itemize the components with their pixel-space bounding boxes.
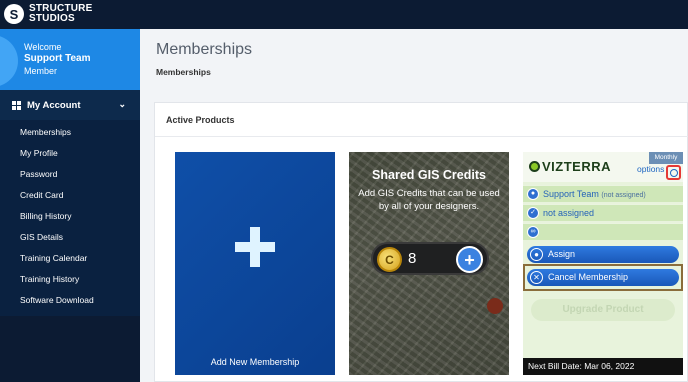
assignment-status-row: ✓ not assigned — [523, 204, 683, 221]
welcome-panel: Welcome Support Team Member — [0, 29, 140, 90]
logo-text: STRUCTURE STUDIOS — [29, 4, 92, 24]
billing-cycle-badge: Monthly — [649, 152, 683, 164]
gis-credit-count: 8 — [408, 250, 417, 267]
add-new-membership-card[interactable]: Add New Membership — [175, 152, 335, 375]
user-check-icon: ✓ — [527, 207, 539, 219]
options-settings-button[interactable] — [666, 165, 681, 180]
upgrade-product-button[interactable]: Upgrade Product — [531, 299, 675, 321]
chevron-down-icon: ⌄ — [118, 99, 126, 109]
welcome-text: Welcome Support Team Member — [24, 41, 90, 77]
structure-studios-logo[interactable]: S STRUCTURE STUDIOS — [4, 4, 92, 24]
link-row: ∞ — [523, 223, 683, 240]
logo-line-2: STUDIOS — [29, 13, 75, 24]
link-icon: ∞ — [527, 226, 539, 238]
grid-icon — [12, 100, 21, 110]
next-bill-date: Next Bill Date: Mar 06, 2022 — [523, 358, 683, 375]
add-membership-label: Add New Membership — [210, 357, 300, 367]
my-account-label: My Account — [27, 99, 81, 111]
gis-title: Shared GIS Credits — [372, 168, 486, 182]
logo-icon: S — [4, 4, 24, 24]
coin-icon: C — [377, 247, 402, 272]
user-role: Member — [24, 66, 58, 76]
plus-icon-bar — [235, 242, 275, 252]
options-link[interactable]: options — [637, 164, 664, 174]
account-nav-list: Memberships My Profile Password Credit C… — [0, 120, 140, 316]
cancel-membership-button[interactable]: ✕ Cancel Membership — [527, 269, 679, 286]
vizterra-leaf-icon — [529, 161, 540, 172]
owner-name: Support Team — [543, 189, 599, 199]
sidebar-footer — [0, 316, 140, 382]
assigned-user-row: ● Support Team (not assigned) — [523, 185, 683, 202]
user-icon: ● — [530, 248, 543, 261]
panel-title: Active Products — [166, 115, 235, 125]
sidebar-item-gis-details[interactable]: GIS Details — [20, 232, 63, 242]
owner-note: (not assigned) — [601, 192, 646, 199]
sidebar-item-training-calendar[interactable]: Training Calendar — [20, 253, 87, 263]
avatar — [0, 35, 18, 87]
divider — [155, 136, 688, 137]
sidebar-item-software-download[interactable]: Software Download — [20, 295, 94, 305]
sidebar-item-credit-card[interactable]: Credit Card — [20, 190, 63, 200]
sidebar: Welcome Support Team Member My Account ⌄… — [0, 29, 140, 382]
close-circle-icon: ✕ — [530, 271, 543, 284]
assign-label: Assign — [548, 249, 576, 259]
sidebar-item-password[interactable]: Password — [20, 169, 57, 179]
map-marker — [487, 298, 503, 314]
assign-button[interactable]: ● Assign — [527, 246, 679, 263]
user-icon: ● — [527, 188, 539, 200]
sidebar-item-billing-history[interactable]: Billing History — [20, 211, 72, 221]
vizterra-membership-card: VIZTERRA Monthly options ● Support Team … — [523, 152, 683, 375]
breadcrumb: Memberships — [156, 67, 211, 77]
sidebar-item-my-profile[interactable]: My Profile — [20, 148, 58, 158]
settings-icon — [670, 169, 678, 177]
add-gis-credits-button[interactable]: + — [456, 246, 483, 273]
sidebar-item-training-history[interactable]: Training History — [20, 274, 79, 284]
vizterra-logo-text: VIZTERRA — [542, 159, 611, 174]
assignment-status: not assigned — [543, 208, 595, 218]
page-title: Memberships — [156, 41, 253, 58]
top-bar: S STRUCTURE STUDIOS — [0, 0, 688, 29]
cancel-label: Cancel Membership — [548, 272, 629, 282]
shared-gis-credits-card: Shared GIS Credits Add GIS Credits that … — [349, 152, 509, 375]
sidebar-item-memberships[interactable]: Memberships — [20, 127, 71, 137]
assigned-user-text: Support Team (not assigned) — [543, 189, 646, 199]
gis-credit-counter: C 8 + — [371, 242, 489, 275]
welcome-label: Welcome — [24, 42, 62, 52]
user-name: Support Team — [24, 53, 91, 64]
vizterra-logo: VIZTERRA — [529, 159, 611, 174]
my-account-toggle[interactable]: My Account ⌄ — [0, 90, 140, 120]
gis-description: Add GIS Credits that can be used by all … — [358, 188, 500, 212]
